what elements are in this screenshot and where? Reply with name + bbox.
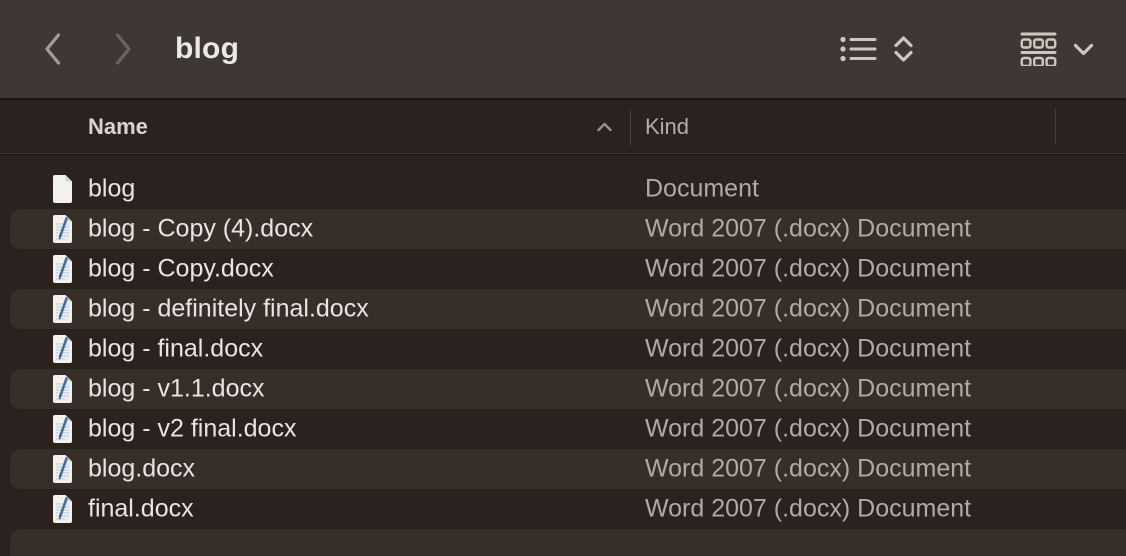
file-name: blog - Copy.docx [88, 255, 274, 284]
column-divider[interactable] [630, 109, 631, 145]
word-document-icon [51, 334, 75, 364]
word-document-icon [51, 374, 75, 404]
file-row[interactable]: blog - definitely final.docx Word 2007 (… [0, 289, 1126, 329]
file-name: blog - Copy (4).docx [88, 215, 313, 244]
file-row[interactable]: final.docx Word 2007 (.docx) Document [0, 489, 1126, 529]
chevron-down-icon [1072, 42, 1095, 57]
file-kind: Word 2007 (.docx) Document [645, 215, 971, 244]
blank-document-icon [51, 174, 75, 204]
list-view-button[interactable] [840, 35, 915, 63]
file-name: blog - v1.1.docx [88, 375, 265, 404]
toolbar: blog [0, 0, 1126, 100]
word-document-icon [51, 414, 75, 444]
file-row[interactable]: blog - Copy.docx Word 2007 (.docx) Docum… [0, 249, 1126, 289]
back-button[interactable] [42, 31, 64, 67]
file-name: blog - v2 final.docx [88, 415, 296, 444]
window-title: blog [175, 32, 239, 66]
empty-row-stripe [0, 529, 1126, 556]
file-name: blog - definitely final.docx [88, 295, 369, 324]
column-header-kind[interactable]: Kind [645, 114, 689, 140]
file-name: final.docx [88, 495, 194, 524]
word-document-icon [51, 254, 75, 284]
file-kind: Word 2007 (.docx) Document [645, 375, 971, 404]
file-kind: Word 2007 (.docx) Document [645, 295, 971, 324]
sort-ascending-icon [596, 122, 613, 133]
file-list: blog Document blog - Copy (4).docx Word … [0, 155, 1126, 556]
word-document-icon [51, 454, 75, 484]
chevron-right-icon [112, 31, 134, 67]
file-kind: Word 2007 (.docx) Document [645, 415, 971, 444]
grouping-button[interactable] [1020, 32, 1095, 66]
word-document-icon [51, 494, 75, 524]
file-row[interactable]: blog - Copy (4).docx Word 2007 (.docx) D… [0, 209, 1126, 249]
word-document-icon [51, 214, 75, 244]
file-name: blog [88, 175, 135, 204]
file-kind: Document [645, 175, 759, 204]
grouping-icon [1020, 32, 1057, 66]
file-kind: Word 2007 (.docx) Document [645, 255, 971, 284]
file-name: blog - final.docx [88, 335, 263, 364]
column-header-row: Name Kind [0, 100, 1126, 155]
word-document-icon [51, 294, 75, 324]
column-divider[interactable] [1055, 109, 1056, 145]
file-name: blog.docx [88, 455, 195, 484]
file-kind: Word 2007 (.docx) Document [645, 335, 971, 364]
chevron-left-icon [42, 31, 64, 67]
forward-button[interactable] [112, 31, 134, 67]
file-row[interactable]: blog.docx Word 2007 (.docx) Document [0, 449, 1126, 489]
file-row[interactable]: blog - v1.1.docx Word 2007 (.docx) Docum… [0, 369, 1126, 409]
file-row[interactable]: blog - final.docx Word 2007 (.docx) Docu… [0, 329, 1126, 369]
list-view-icon [840, 36, 877, 62]
file-kind: Word 2007 (.docx) Document [645, 495, 971, 524]
file-row[interactable]: blog Document [0, 169, 1126, 209]
chevrons-up-down-icon [892, 35, 915, 63]
file-row[interactable]: blog - v2 final.docx Word 2007 (.docx) D… [0, 409, 1126, 449]
file-browser-window: blog [0, 0, 1126, 556]
file-kind: Word 2007 (.docx) Document [645, 455, 971, 484]
column-header-name[interactable]: Name [88, 114, 148, 140]
